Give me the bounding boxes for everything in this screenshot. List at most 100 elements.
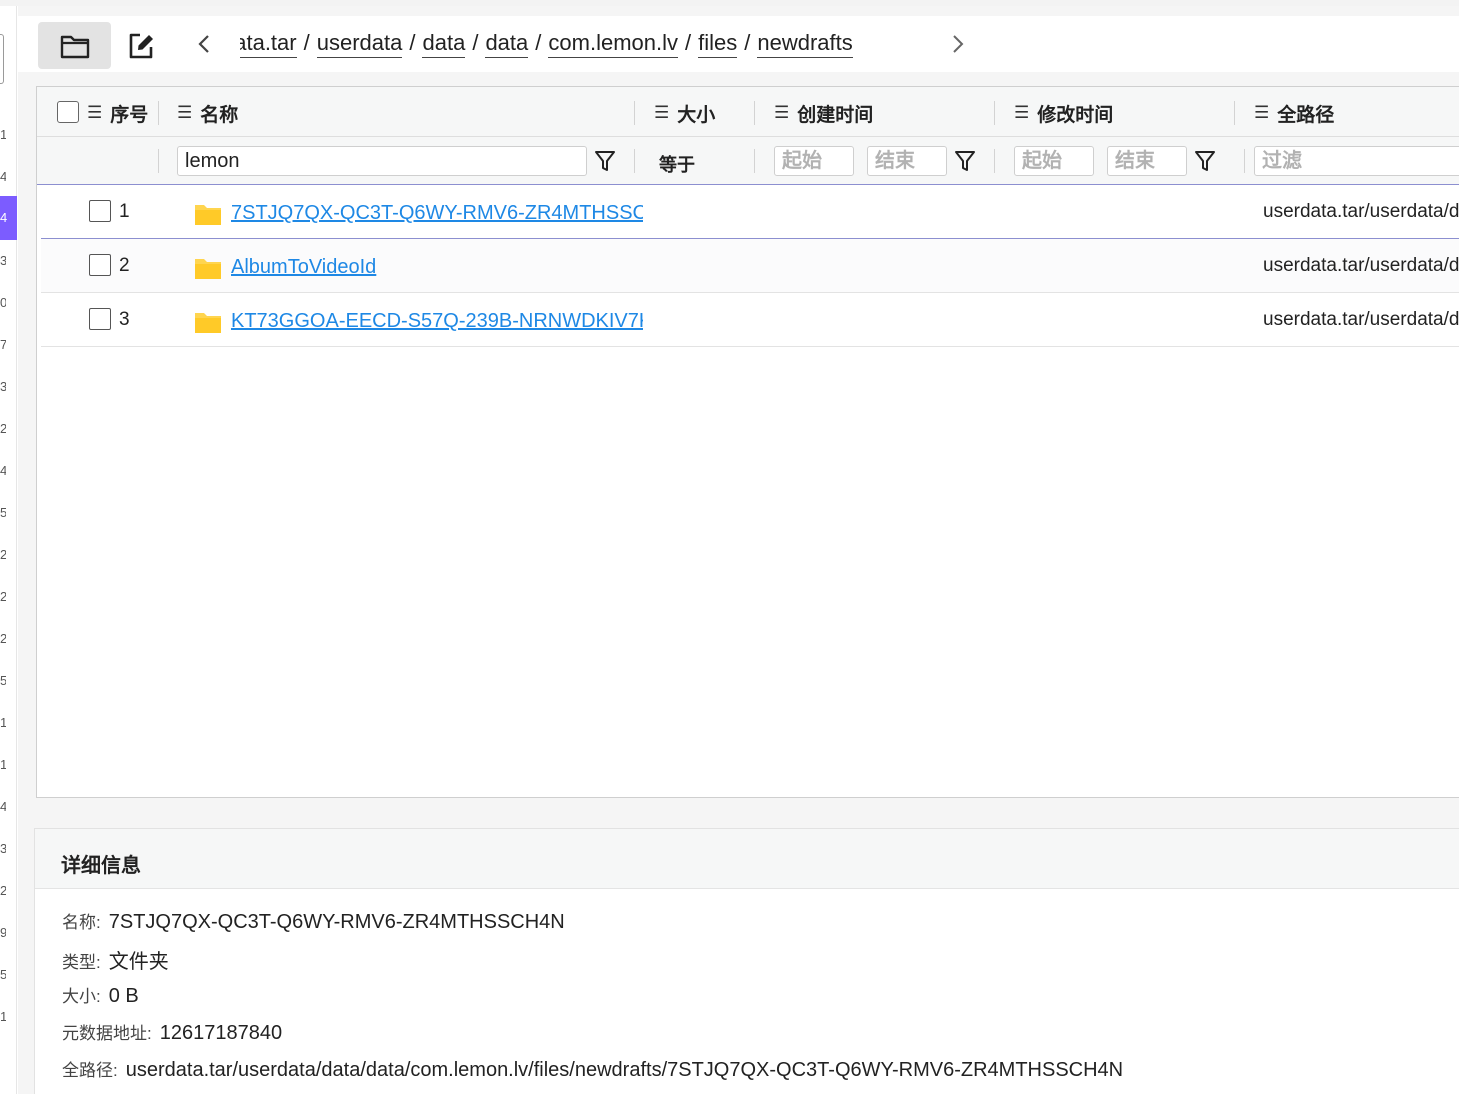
list-icon: ☰ bbox=[654, 103, 670, 122]
detail-size-label: 大小: bbox=[62, 987, 101, 1006]
filter-icon[interactable] bbox=[594, 149, 616, 173]
edit-icon bbox=[129, 33, 153, 58]
edit-button[interactable] bbox=[104, 22, 177, 69]
left-panel-item[interactable]: 1 bbox=[0, 758, 6, 772]
left-panel-item[interactable]: 5 bbox=[0, 968, 6, 982]
breadcrumb-separator: / bbox=[303, 30, 310, 55]
detail-path-row: 全路径: userdata.tar/userdata/data/data/com.… bbox=[62, 1056, 1123, 1082]
breadcrumb-item[interactable]: data.tar bbox=[240, 30, 297, 58]
detail-type-value: 文件夹 bbox=[108, 951, 169, 973]
file-path: userdata.tar/userdata/data/data/com.lemo… bbox=[1263, 201, 1459, 222]
modified-end-input[interactable]: 结束 bbox=[1107, 146, 1187, 176]
list-icon: ☰ bbox=[1014, 103, 1030, 122]
breadcrumb-item[interactable]: newdrafts bbox=[757, 30, 853, 58]
column-header-fullpath[interactable]: ☰ 全路径 bbox=[1254, 101, 1334, 126]
column-divider bbox=[754, 149, 755, 173]
left-panel-item[interactable]: 1 bbox=[0, 128, 6, 142]
detail-title: 详细信息 bbox=[61, 855, 141, 877]
left-panel-item[interactable]: 2 bbox=[0, 884, 6, 898]
file-grid: ☰ 序号 ☰ 名称 ☰ 大小 ☰ 创建时间 ☰ 修改时间 ☰ 全路径 lemon 等于 起 bbox=[36, 86, 1459, 798]
row-checkbox[interactable] bbox=[89, 200, 111, 222]
left-panel-input[interactable] bbox=[0, 34, 4, 84]
left-panel-item[interactable]: 3 bbox=[0, 842, 6, 856]
row-checkbox[interactable] bbox=[89, 254, 111, 276]
breadcrumb-item[interactable]: userdata bbox=[316, 30, 403, 58]
fullpath-filter-input[interactable]: 过滤 bbox=[1254, 146, 1459, 176]
list-icon: ☰ bbox=[1254, 103, 1270, 122]
created-start-input[interactable]: 起始 bbox=[774, 146, 854, 176]
folder-icon bbox=[195, 313, 221, 333]
left-panel-item[interactable]: 2 bbox=[0, 632, 6, 646]
left-panel-item[interactable]: 1 bbox=[0, 716, 6, 730]
detail-meta-row: 元数据地址: 12617187840 bbox=[62, 1019, 282, 1045]
size-filter-operator[interactable]: 等于 bbox=[659, 151, 695, 177]
left-panel-item[interactable]: 2 bbox=[0, 590, 6, 604]
detail-name-value: 7STJQ7QX-QC3T-Q6WY-RMV6-ZR4MTHSSCH4N bbox=[108, 911, 565, 933]
left-panel-item[interactable]: 2 bbox=[0, 422, 6, 436]
select-all-checkbox[interactable] bbox=[57, 101, 79, 123]
row-index: 2 bbox=[119, 255, 130, 276]
detail-path-value: userdata.tar/userdata/data/data/com.lemo… bbox=[125, 1059, 1124, 1081]
column-header-created[interactable]: ☰ 创建时间 bbox=[774, 101, 873, 126]
left-panel-item[interactable]: 9 bbox=[0, 926, 6, 940]
left-panel-item[interactable]: 4 bbox=[0, 170, 6, 184]
column-divider bbox=[634, 101, 635, 125]
name-filter-input[interactable]: lemon bbox=[177, 146, 587, 176]
detail-meta-label: 元数据地址: bbox=[62, 1024, 152, 1043]
left-panel-item[interactable]: 4 bbox=[0, 800, 6, 814]
left-panel: 1 4 4 3 0 7 3 2 4 5 2 2 2 5 1 1 4 3 2 9 5 1 bbox=[0, 6, 17, 1094]
left-panel-item[interactable]: 1 bbox=[0, 1010, 6, 1024]
breadcrumb-item[interactable]: data bbox=[485, 30, 529, 58]
toolbar: data.tar/userdata/data/data/com.lemon.lv… bbox=[18, 16, 1459, 72]
folder-icon bbox=[60, 35, 89, 58]
detail-type-row: 类型: 文件夹 bbox=[62, 945, 169, 974]
left-panel-item[interactable]: 7 bbox=[0, 338, 6, 352]
column-header-index[interactable]: ☰ 序号 bbox=[87, 101, 148, 126]
detail-meta-value: 12617187840 bbox=[159, 1022, 283, 1044]
detail-name-label: 名称: bbox=[62, 913, 101, 932]
column-divider bbox=[634, 149, 635, 173]
row-index: 3 bbox=[119, 309, 130, 330]
filter-icon[interactable] bbox=[1194, 149, 1216, 173]
forward-arrow-icon[interactable] bbox=[948, 32, 968, 56]
breadcrumb-separator: / bbox=[535, 30, 542, 55]
left-panel-selected-item[interactable]: 4 bbox=[0, 196, 17, 240]
file-name-link[interactable]: AlbumToVideoId bbox=[231, 256, 643, 279]
left-panel-item[interactable]: 5 bbox=[0, 506, 6, 520]
column-header-modified[interactable]: ☰ 修改时间 bbox=[1014, 101, 1113, 126]
left-panel-item[interactable]: 3 bbox=[0, 380, 6, 394]
left-panel-item[interactable]: 2 bbox=[0, 548, 6, 562]
left-panel-item[interactable]: 0 bbox=[0, 296, 6, 310]
back-arrow-icon[interactable] bbox=[194, 32, 214, 56]
file-path: userdata.tar/userdata/data/data/com.lemo… bbox=[1263, 309, 1459, 330]
list-icon: ☰ bbox=[177, 103, 193, 122]
file-path: userdata.tar/userdata/data/data/com.lemo… bbox=[1263, 255, 1459, 276]
folder-view-button[interactable] bbox=[38, 22, 111, 69]
left-panel-item[interactable]: 5 bbox=[0, 674, 6, 688]
column-header-name[interactable]: ☰ 名称 bbox=[177, 101, 238, 126]
breadcrumb-item[interactable]: data bbox=[422, 30, 466, 58]
table-row[interactable]: 2 AlbumToVideoId userdata.tar/userdata/d… bbox=[41, 239, 1459, 293]
table-row[interactable]: 1 7STJQ7QX-QC3T-Q6WY-RMV6-ZR4MTHSSCH4N u… bbox=[41, 185, 1459, 239]
column-divider bbox=[754, 101, 755, 125]
file-name-link[interactable]: KT73GGOA-EECD-S57Q-239B-NRNWDKIV7K bbox=[231, 310, 643, 333]
filter-icon[interactable] bbox=[954, 149, 976, 173]
created-end-input[interactable]: 结束 bbox=[867, 146, 947, 176]
file-name-link[interactable]: 7STJQ7QX-QC3T-Q6WY-RMV6-ZR4MTHSSCH4N bbox=[231, 202, 643, 225]
breadcrumb-separator: / bbox=[744, 30, 751, 55]
left-panel-item[interactable]: 4 bbox=[0, 464, 6, 478]
detail-header: 详细信息 bbox=[35, 829, 1459, 889]
left-panel-item[interactable]: 3 bbox=[0, 254, 6, 268]
table-row[interactable]: 3 KT73GGOA-EECD-S57Q-239B-NRNWDKIV7K use… bbox=[41, 293, 1459, 347]
detail-name-row: 名称: 7STJQ7QX-QC3T-Q6WY-RMV6-ZR4MTHSSCH4N bbox=[62, 908, 565, 934]
list-icon: ☰ bbox=[87, 103, 103, 122]
column-divider bbox=[994, 149, 995, 173]
column-divider bbox=[994, 101, 995, 125]
breadcrumb-item[interactable]: com.lemon.lv bbox=[548, 30, 678, 58]
filter-row: lemon 等于 起始 结束 起始 结束 过滤 bbox=[37, 137, 1459, 185]
row-checkbox[interactable] bbox=[89, 308, 111, 330]
modified-start-input[interactable]: 起始 bbox=[1014, 146, 1094, 176]
column-header-size[interactable]: ☰ 大小 bbox=[654, 101, 715, 126]
folder-icon bbox=[195, 205, 221, 225]
breadcrumb-item[interactable]: files bbox=[698, 30, 738, 58]
